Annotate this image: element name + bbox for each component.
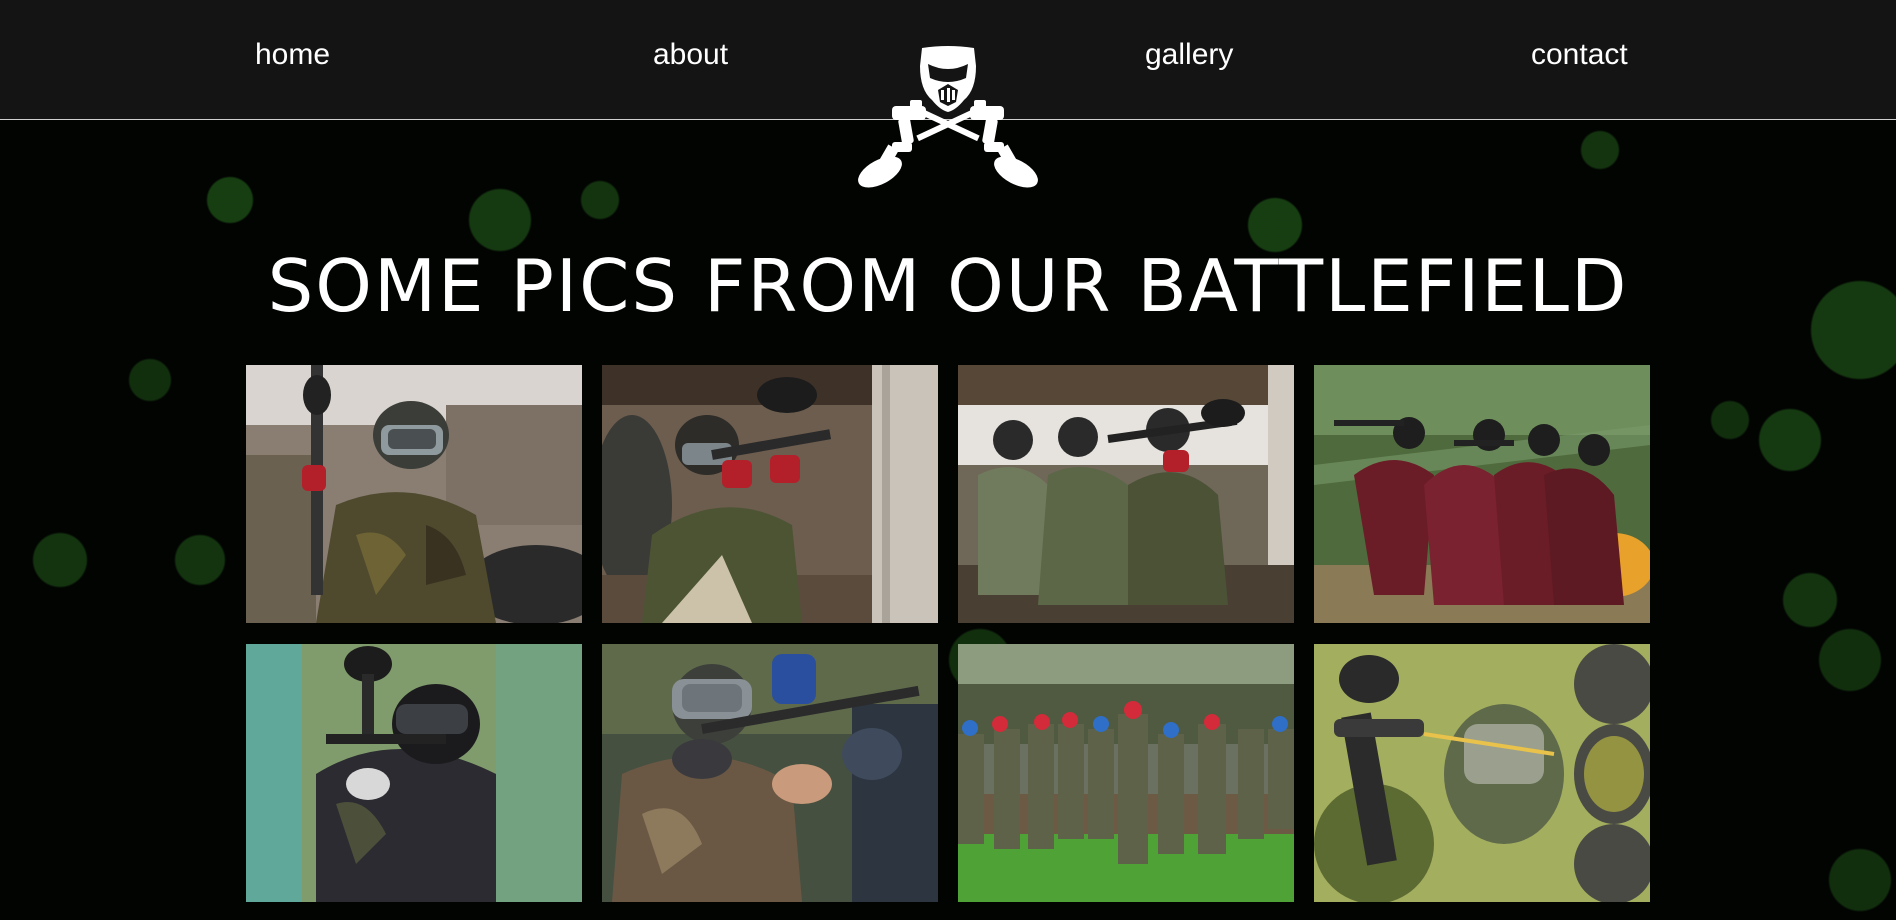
nav-link-home[interactable]: home <box>255 38 330 72</box>
nav-link-gallery[interactable]: gallery <box>1145 38 1233 72</box>
page-heading: SOME PICS FROM OUR BATTLEFIELD <box>267 244 1629 328</box>
photo-teams-on-field[interactable] <box>958 644 1294 902</box>
photo-player-with-marker-raised[interactable] <box>246 365 582 623</box>
photo-marker-firing-by-tires[interactable] <box>1314 644 1650 902</box>
photo-player-helmet-behind-cover[interactable] <box>246 644 582 902</box>
photo-three-players-crouching[interactable] <box>958 365 1294 623</box>
paintball-mask-crossed-markers-icon[interactable] <box>852 44 1044 192</box>
photo-player-aiming-behind-post[interactable] <box>602 365 938 623</box>
photo-player-aiming-closeup[interactable] <box>602 644 938 902</box>
photo-red-team-advancing[interactable] <box>1314 365 1650 623</box>
gallery-grid <box>246 365 1650 902</box>
page: home about gallery contact SOME PICS FRO… <box>0 0 1896 920</box>
nav-link-contact[interactable]: contact <box>1531 38 1628 72</box>
nav-link-about[interactable]: about <box>653 38 728 72</box>
